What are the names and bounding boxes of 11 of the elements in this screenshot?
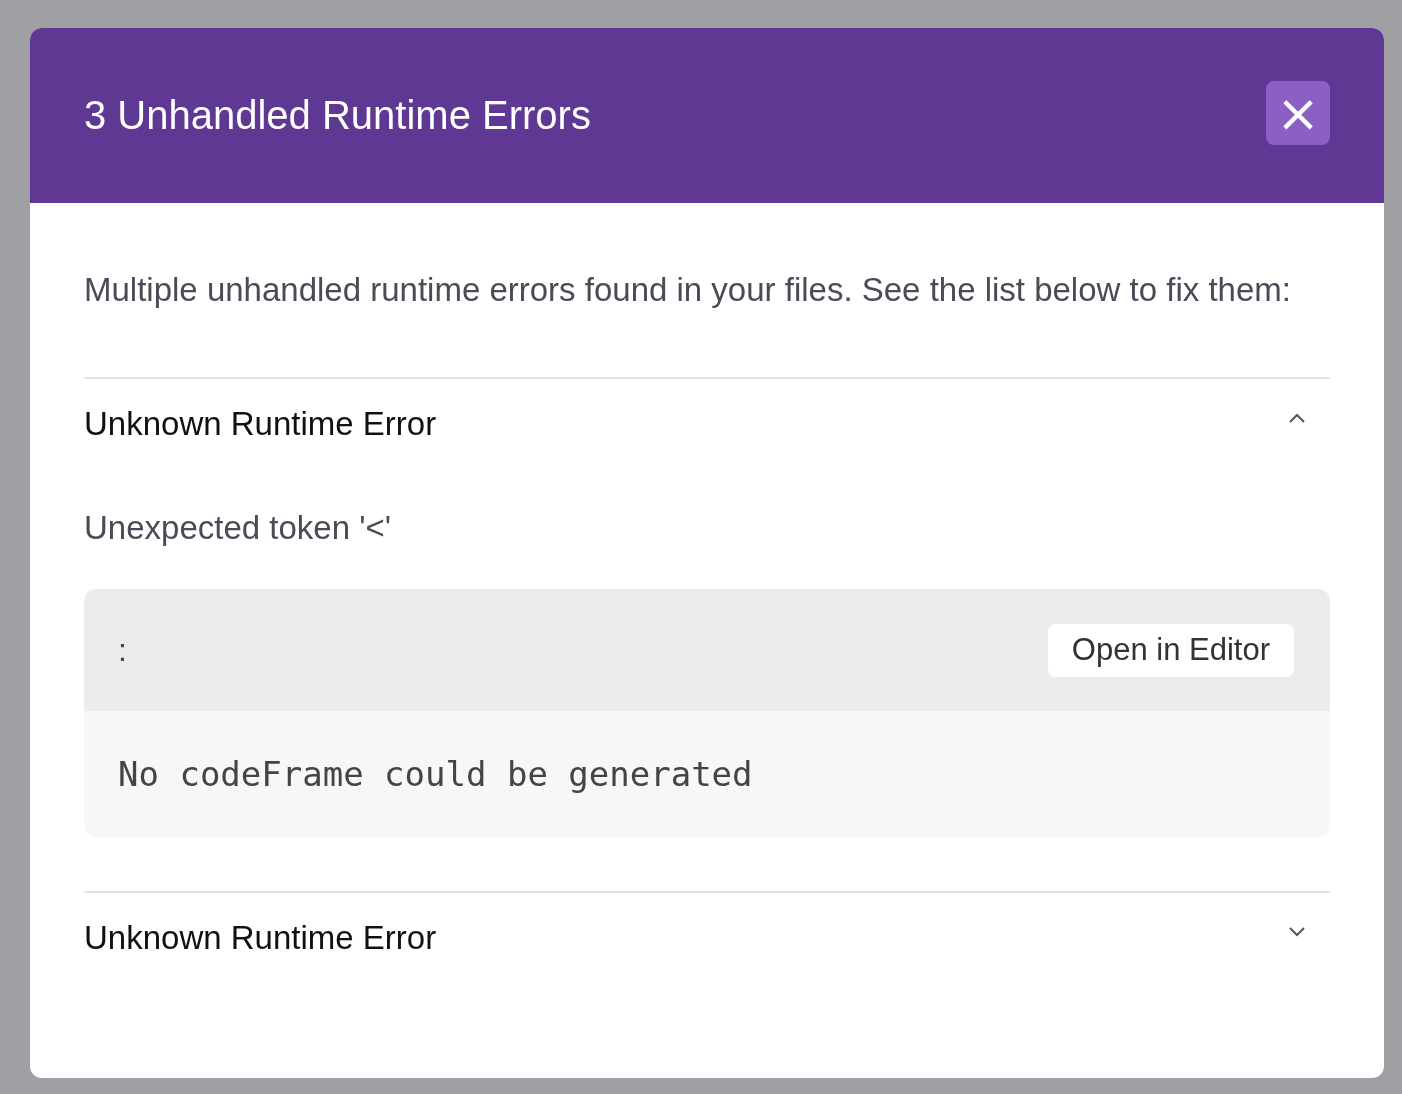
code-text: No codeFrame could be generated bbox=[118, 754, 753, 794]
error-title: Unknown Runtime Error bbox=[84, 919, 437, 957]
chevron-up-icon[interactable] bbox=[1288, 412, 1306, 424]
error-title: Unknown Runtime Error bbox=[84, 405, 437, 443]
chevron-down-icon[interactable] bbox=[1288, 926, 1306, 938]
description-text: Multiple unhandled runtime errors found in your files. See the list below to fix them: bbox=[84, 270, 1292, 310]
dialog-title: 3 Unhandled Runtime Errors bbox=[84, 93, 591, 138]
file-location: : bbox=[118, 631, 127, 669]
open-in-editor-button[interactable]: Open in Editor bbox=[1047, 623, 1294, 677]
error-message: Unexpected token '<' bbox=[84, 509, 393, 547]
close-button[interactable]: × bbox=[1266, 80, 1330, 145]
